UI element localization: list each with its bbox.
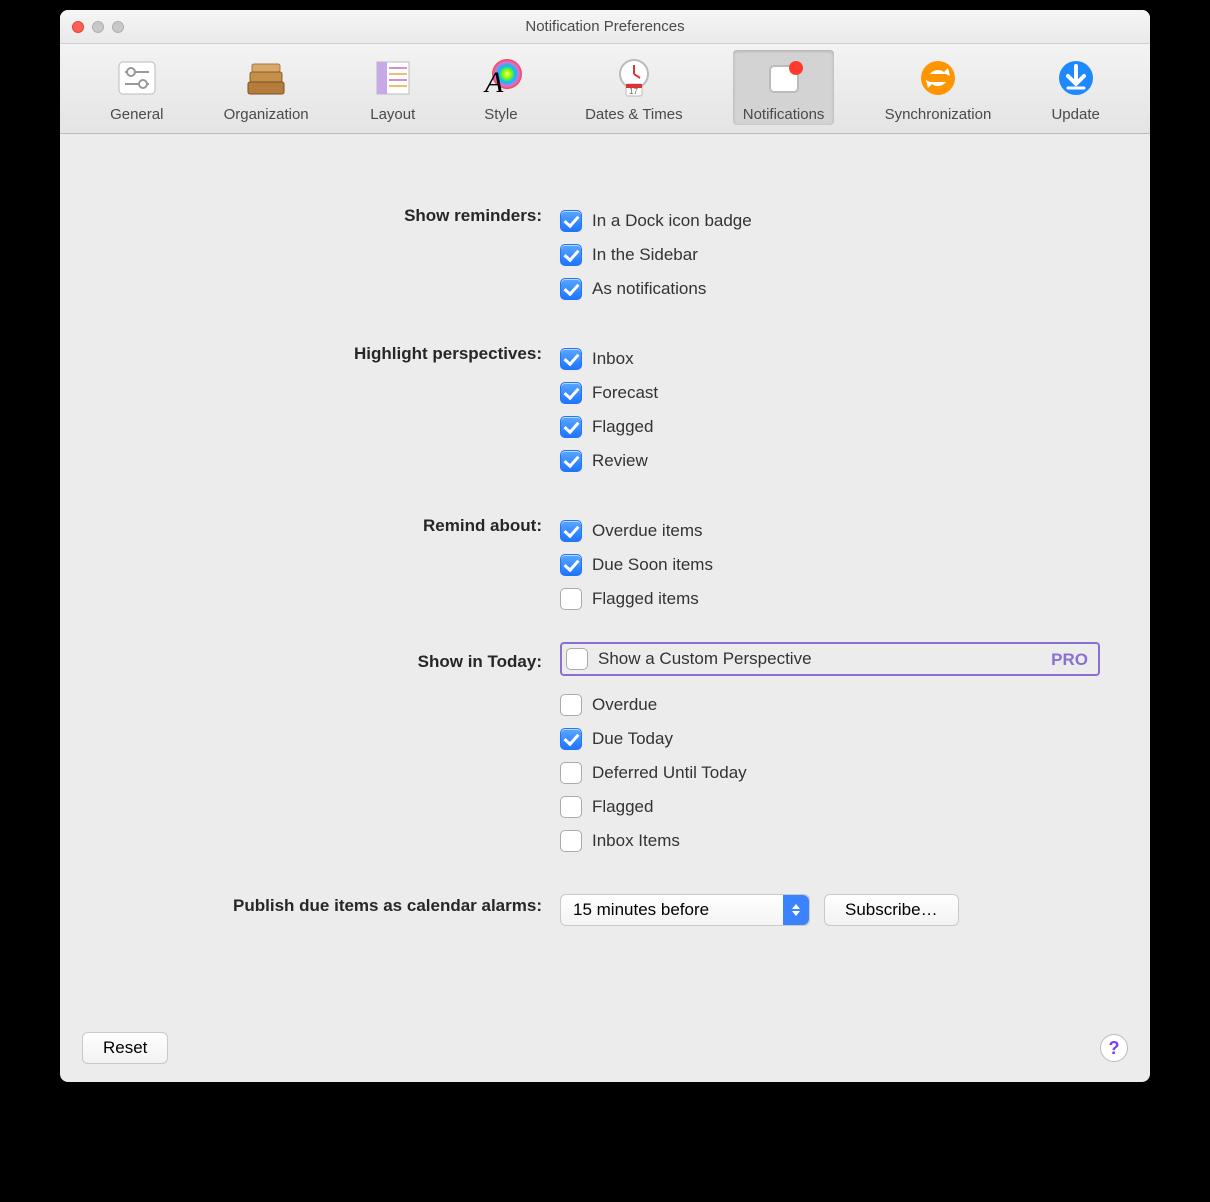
tab-style[interactable]: A Style	[467, 50, 535, 125]
checkbox-dock-badge[interactable]	[560, 210, 582, 232]
checkbox-label: Flagged items	[592, 589, 699, 609]
style-icon: A	[477, 54, 525, 102]
sync-icon	[914, 54, 962, 102]
checkbox-inbox-items[interactable]	[560, 830, 582, 852]
tab-organization[interactable]: Organization	[214, 50, 319, 125]
checkbox-sidebar[interactable]	[560, 244, 582, 266]
organizer-icon	[242, 54, 290, 102]
checkbox-forecast[interactable]	[560, 382, 582, 404]
checkbox-label: Inbox Items	[592, 831, 680, 851]
help-button[interactable]: ?	[1100, 1034, 1128, 1062]
publish-label: Publish due items as calendar alarms:	[100, 894, 560, 916]
checkbox-label: As notifications	[592, 279, 706, 299]
pro-badge: PRO	[1051, 650, 1088, 670]
tab-label: Update	[1051, 106, 1099, 123]
checkbox-inbox[interactable]	[560, 348, 582, 370]
traffic-lights	[72, 21, 124, 33]
tab-label: Notifications	[743, 106, 825, 123]
checkbox-label: Due Soon items	[592, 555, 713, 575]
remind-about-label: Remind about:	[100, 514, 560, 536]
tab-label: Dates & Times	[585, 106, 683, 123]
checkbox-flagged-items[interactable]	[560, 588, 582, 610]
close-icon[interactable]	[72, 21, 84, 33]
window-title: Notification Preferences	[72, 18, 1138, 35]
tab-notifications[interactable]: Notifications	[733, 50, 835, 125]
footer: Reset ?	[60, 1020, 1150, 1082]
show-reminders-label: Show reminders:	[100, 204, 560, 226]
checkbox-label: Inbox	[592, 349, 634, 369]
checkbox-due-today[interactable]	[560, 728, 582, 750]
clock-calendar-icon: 17	[610, 54, 658, 102]
select-value: 15 minutes before	[573, 900, 709, 920]
checkbox-today-overdue[interactable]	[560, 694, 582, 716]
notifications-icon	[760, 54, 808, 102]
subscribe-button[interactable]: Subscribe…	[824, 894, 959, 926]
tab-label: Synchronization	[885, 106, 992, 123]
checkbox-label: In a Dock icon badge	[592, 211, 752, 231]
tab-dates-times[interactable]: 17 Dates & Times	[575, 50, 693, 125]
checkbox-label: Flagged	[592, 797, 653, 817]
checkbox-label: Flagged	[592, 417, 653, 437]
checkbox-label: Forecast	[592, 383, 658, 403]
checkbox-flagged[interactable]	[560, 416, 582, 438]
checkbox-deferred-today[interactable]	[560, 762, 582, 784]
tab-label: Organization	[224, 106, 309, 123]
chevron-up-down-icon	[783, 895, 809, 925]
checkbox-due-soon[interactable]	[560, 554, 582, 576]
preferences-window: Notification Preferences General Organiz…	[60, 10, 1150, 1082]
reset-button[interactable]: Reset	[82, 1032, 168, 1064]
help-icon: ?	[1109, 1038, 1120, 1059]
svg-text:17: 17	[629, 87, 638, 96]
tab-label: General	[110, 106, 163, 123]
checkbox-overdue-items[interactable]	[560, 520, 582, 542]
tab-layout[interactable]: Layout	[359, 50, 427, 125]
checkbox-today-flagged[interactable]	[560, 796, 582, 818]
checkbox-as-notifications[interactable]	[560, 278, 582, 300]
tab-synchronization[interactable]: Synchronization	[875, 50, 1002, 125]
content-area: Show reminders: In a Dock icon badge In …	[60, 134, 1150, 1020]
checkbox-label: Overdue	[592, 695, 657, 715]
checkbox-review[interactable]	[560, 450, 582, 472]
tab-general[interactable]: General	[100, 50, 173, 125]
titlebar: Notification Preferences	[60, 10, 1150, 44]
download-icon	[1052, 54, 1100, 102]
svg-text:A: A	[483, 66, 504, 99]
layout-icon	[369, 54, 417, 102]
checkbox-label: In the Sidebar	[592, 245, 698, 265]
sliders-icon	[113, 54, 161, 102]
preferences-toolbar: General Organization Layout A Style	[60, 44, 1150, 134]
checkbox-label: Due Today	[592, 729, 673, 749]
checkbox-label: Overdue items	[592, 521, 703, 541]
publish-interval-select[interactable]: 15 minutes before	[560, 894, 810, 926]
minimize-icon[interactable]	[92, 21, 104, 33]
tab-update[interactable]: Update	[1041, 50, 1109, 125]
highlight-perspectives-label: Highlight perspectives:	[100, 342, 560, 364]
pro-feature-box: Show a Custom Perspective PRO	[560, 642, 1100, 676]
maximize-icon[interactable]	[112, 21, 124, 33]
tab-label: Style	[484, 106, 517, 123]
checkbox-label: Show a Custom Perspective	[598, 649, 812, 669]
checkbox-custom-perspective[interactable]	[566, 648, 588, 670]
show-in-today-label: Show in Today:	[100, 642, 560, 672]
tab-label: Layout	[370, 106, 415, 123]
checkbox-label: Review	[592, 451, 648, 471]
checkbox-label: Deferred Until Today	[592, 763, 747, 783]
